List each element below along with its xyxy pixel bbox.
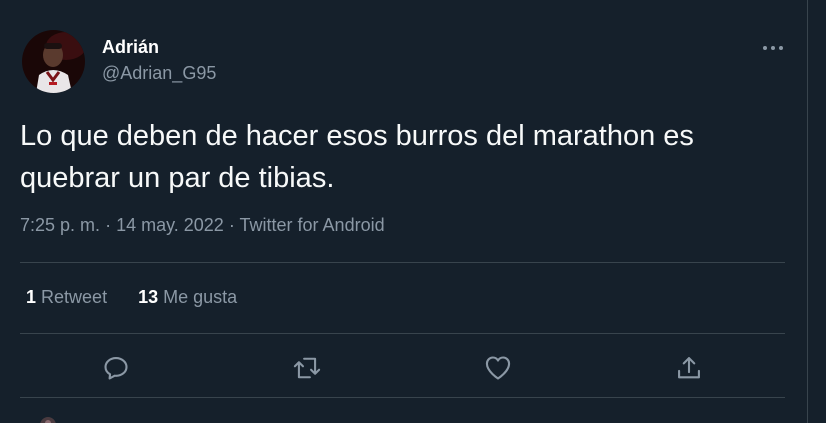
share-button[interactable] <box>669 348 709 388</box>
like-button[interactable] <box>478 348 518 388</box>
avatar-image <box>22 30 85 93</box>
retweets-label: Retweet <box>41 287 108 307</box>
meta-separator: · <box>105 215 112 235</box>
more-icon <box>763 46 783 50</box>
retweet-icon <box>293 357 321 379</box>
divider <box>20 333 785 334</box>
reply-button[interactable] <box>96 348 136 388</box>
divider <box>20 262 785 263</box>
likes-count: 13 <box>138 287 159 307</box>
retweets-count: 1 <box>26 287 37 307</box>
share-icon <box>678 357 700 379</box>
avatar[interactable] <box>22 30 85 93</box>
reply-icon <box>104 357 128 380</box>
likes-label: Me gusta <box>163 287 238 307</box>
author-handle[interactable]: @Adrian_G95 <box>102 63 216 84</box>
tweet-stats: 1 Retweet 13 Me gusta <box>26 287 263 308</box>
divider <box>20 397 785 398</box>
more-options-button[interactable] <box>756 33 790 63</box>
author-name[interactable]: Adrián <box>102 37 159 58</box>
reply-avatar[interactable] <box>40 417 56 423</box>
tweet-time[interactable]: 7:25 p. m. <box>20 215 100 235</box>
tweet-meta: 7:25 p. m. · 14 may. 2022 · Twitter for … <box>20 215 385 236</box>
retweets-stat[interactable]: 1 Retweet <box>26 287 107 308</box>
heart-icon <box>485 356 511 380</box>
tweet-source[interactable]: Twitter for Android <box>240 215 385 235</box>
tweet-date[interactable]: 14 may. 2022 <box>116 215 224 235</box>
meta-separator: · <box>228 215 235 235</box>
likes-stat[interactable]: 13 Me gusta <box>138 287 237 308</box>
retweet-button[interactable] <box>287 348 327 388</box>
tweet-text: Lo que deben de hacer esos burros del ma… <box>20 120 694 194</box>
tweet-detail: Adrián @Adrian_G95 Lo que deben de hacer… <box>0 0 826 423</box>
column-border <box>807 0 808 423</box>
avatar-image <box>40 417 56 423</box>
